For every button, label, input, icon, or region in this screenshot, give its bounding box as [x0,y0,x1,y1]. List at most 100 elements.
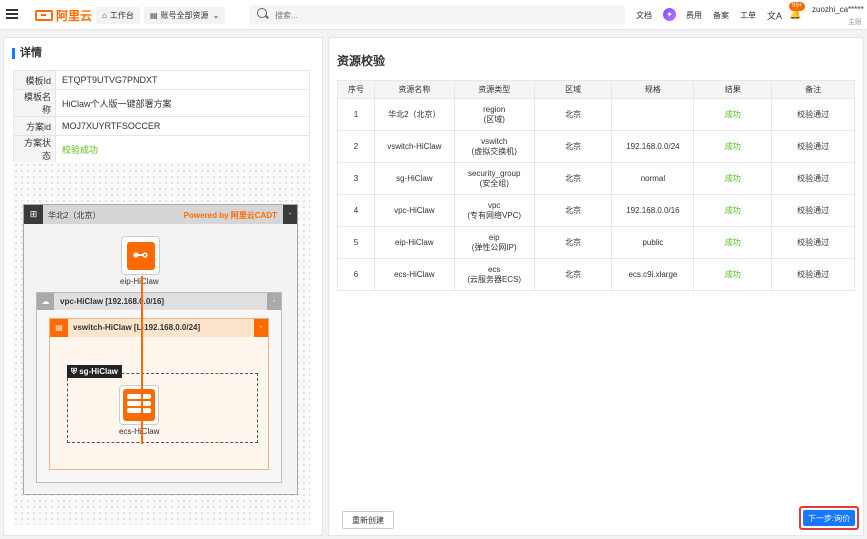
vswitch-header: ▤ vswitch-HiClaw [L-192.168.0.0/24] - [50,319,268,337]
eip-ecs-connection-line [141,276,143,444]
workbench-button[interactable]: ⌂ 工作台 [96,7,140,24]
cell-note: 校验通过 [771,194,855,227]
cell-note: 校验通过 [771,258,855,291]
cell-type: eip (弹性公网IP) [453,226,535,259]
region-container[interactable]: ⊞ 华北2（北京） Powered by 阿里云CADT - ⊷ eip-HiC… [23,204,298,495]
cell-result: 成功 [693,162,773,195]
col-header-region: 区域 [533,80,613,99]
security-group-tag: ⛨ sg-HiClaw [67,365,122,378]
nav-link-billing[interactable]: 费用 [686,10,702,21]
cell-note: 校验通过 [771,98,855,131]
table-row: 3 sg-HiClaw security_group (安全组) 北京 norma… [337,162,855,195]
detail-table: 模板Id ETQPT9UTVG7PNDXT 模板名称 HiClaw个人版一键部署… [13,70,310,163]
col-header-type: 资源类型 [453,80,535,99]
eip-node[interactable]: ⊷ [121,236,160,275]
region-collapse-button[interactable]: - [283,205,297,224]
validation-title: 资源校验 [337,54,386,68]
type-code: security_group [467,168,521,178]
cell-result: 成功 [693,194,773,227]
aliyun-logo[interactable]: 阿里云 [35,6,92,24]
cell-no: 4 [337,194,375,227]
cell-note: 校验通过 [771,162,855,195]
cell-spec: normal [611,162,695,195]
type-code: vswitch [481,136,508,146]
vpc-collapse-button[interactable]: - [267,293,281,310]
nav-link-docs[interactable]: 文档 [636,10,652,21]
vswitch-collapse-button[interactable]: - [254,319,268,337]
home-icon: ⌂ [102,11,107,20]
cloud-icon: ☁ [37,293,54,310]
cell-region: 北京 [533,258,613,291]
account-resources-dropdown[interactable]: ▤ 账号全部资源 ⌄ [144,7,226,24]
detail-title: 详情 [12,48,42,59]
ecs-label: ecs-HiClaw [119,427,160,436]
cell-no: 3 [337,162,375,195]
menu-icon[interactable] [6,9,18,19]
cell-note: 校验通过 [771,226,855,259]
vpc-container[interactable]: ☁ vpc-HiClaw [192.168.0.0/16] - ▤ vswitc… [36,292,282,483]
user-sub-label: 主账 [848,19,862,26]
translate-icon[interactable]: 文A [767,9,782,22]
type-code: region [483,104,506,114]
grid-icon: ⊞ [24,205,43,224]
powered-by-label: Powered by 阿里云CADT [183,211,277,220]
nav-link-icp[interactable]: 备案 [713,10,729,21]
cell-spec: 192.168.0.0/24 [611,130,695,163]
cell-spec: ecs.c9i.xlarge [611,258,695,291]
cell-no: 5 [337,226,375,259]
detail-key: 模板Id [13,70,56,90]
col-header-result: 结果 [693,80,773,99]
cell-type: ecs (云服务器ECS) [453,258,535,291]
detail-row-plan-status: 方案状态 校验成功 [13,135,310,163]
type-code: ecs [487,264,501,274]
vpc-title: vpc-HiClaw [192.168.0.0/16] [60,297,165,306]
col-header-name: 资源名称 [373,80,455,99]
cell-region: 北京 [533,226,613,259]
cell-name: eip-HiClaw [373,226,455,259]
type-code: eip [488,232,500,242]
cell-name: vpc-HiClaw [373,194,455,227]
vswitch-container[interactable]: ▤ vswitch-HiClaw [L-192.168.0.0/24] - ⛨ … [49,318,269,470]
cell-type: vpc (专有网络VPC) [453,194,535,227]
col-header-note: 备注 [771,80,855,99]
top-bar: 阿里云 ⌂ 工作台 ▤ 账号全部资源 ⌄ 文档 ✦ 费用 备案 工单 文A 🔔 … [0,0,867,30]
col-header-no: 序号 [337,80,375,99]
cell-spec [611,98,695,131]
detail-value: ETQPT9UTVG7PNDXT [55,70,310,90]
search-input[interactable] [275,7,615,23]
security-group-container[interactable] [67,373,258,443]
type-label: (专有网络VPC) [467,210,522,220]
type-code: vpc [487,200,501,210]
recreate-button[interactable]: 重新创建 [342,511,394,529]
sg-label: sg-HiClaw [79,367,118,376]
detail-value: HiClaw个人版一键部署方案 [55,89,310,117]
region-title: 华北2（北京） [48,211,101,220]
detail-key: 方案id [13,116,56,136]
user-name[interactable]: zuozhi_ca***** [812,5,864,14]
eip-label: eip-HiClaw [120,277,159,286]
ai-assistant-icon[interactable]: ✦ [663,8,676,21]
table-row: 5 eip-HiClaw eip (弹性公网IP) 北京 public 成功 校验… [337,226,855,259]
nav-link-tickets[interactable]: 工单 [740,10,756,21]
next-inquiry-button[interactable]: 下一步:询价 [803,510,855,526]
chevron-down-icon: ⌄ [212,11,220,20]
logo-mark-icon [35,9,53,21]
search-icon [257,8,267,18]
table-header-row: 序号 资源名称 资源类型 区域 规格 结果 备注 [337,80,855,99]
eip-icon: ⊷ [126,241,155,270]
notification-badge: 99+ [789,2,806,11]
cell-region: 北京 [533,98,613,131]
cell-region: 北京 [533,130,613,163]
architecture-canvas[interactable]: ⊞ 华北2（北京） Powered by 阿里云CADT - ⊷ eip-HiC… [13,162,310,525]
ecs-node[interactable] [119,385,159,425]
cell-no: 6 [337,258,375,291]
table-row: 1 华北2（北京） region (区域) 北京 成功 校验通过 [337,98,855,131]
type-label: (安全组) [479,178,509,188]
search-bar[interactable] [249,5,625,25]
cell-note: 校验通过 [771,130,855,163]
cell-name: vswitch-HiClaw [373,130,455,163]
logo-text: 阿里云 [56,8,93,23]
shield-icon: ⛨ [71,367,80,376]
detail-row-template-id: 模板Id ETQPT9UTVG7PNDXT [13,70,310,90]
detail-value: MOJ7XUYRTFSOCCER [55,116,310,136]
